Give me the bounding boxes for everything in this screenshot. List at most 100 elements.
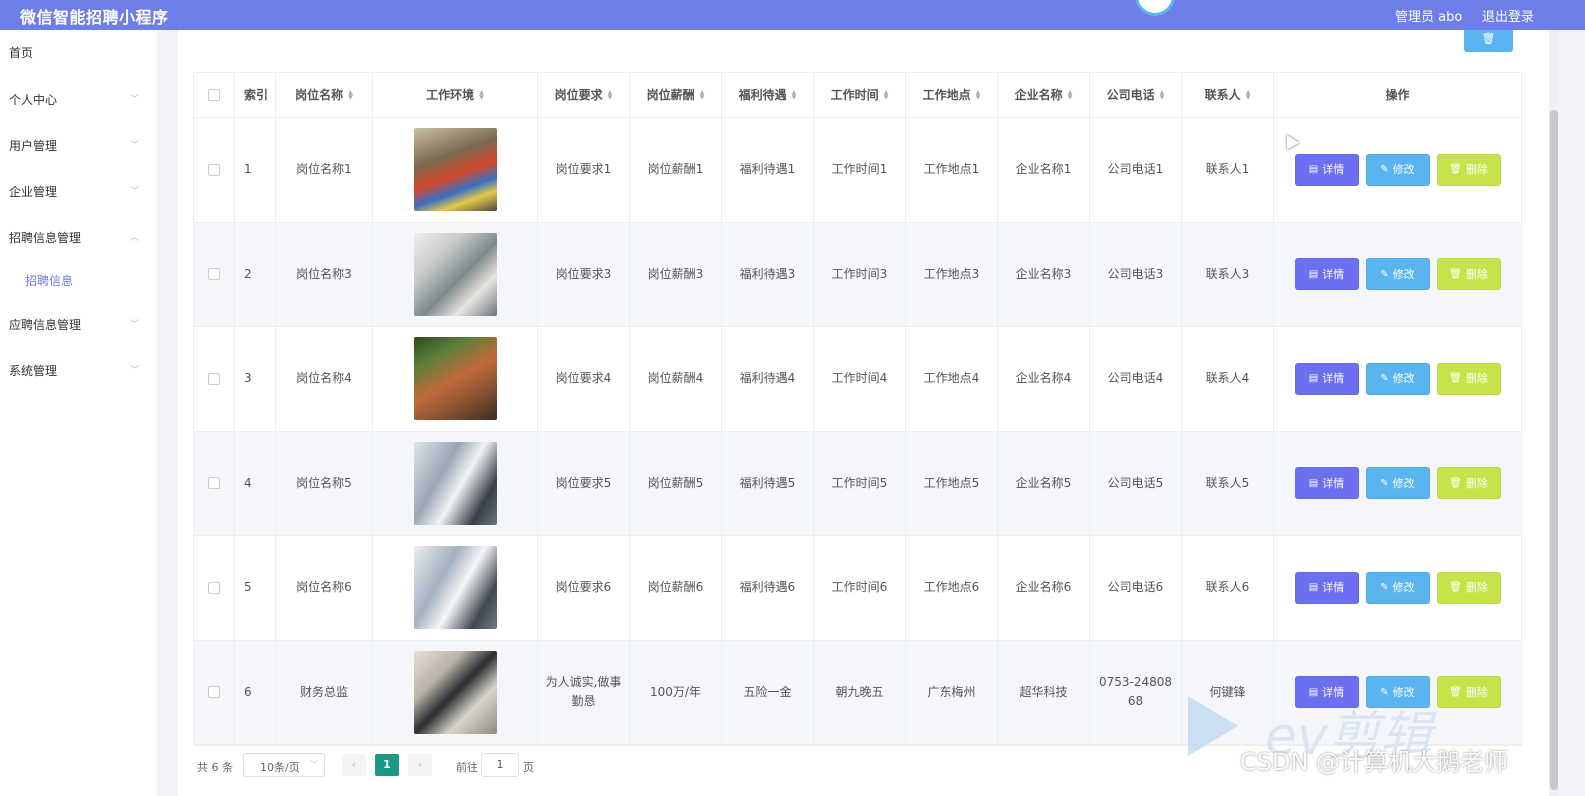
sidebar-item-user-management[interactable]: 用户管理 ﹀ [0, 125, 157, 165]
header-select-all[interactable] [194, 73, 235, 117]
document-icon: ▤ [1308, 477, 1319, 489]
sidebar-item-system-management[interactable]: 系统管理 ﹀ [0, 350, 157, 390]
cell-requirement: 岗位要求4 [538, 327, 630, 431]
pencil-icon: ✎ [1380, 268, 1389, 280]
header-company[interactable]: 企业名称 ▲ ▼ [998, 73, 1090, 117]
sort-icon[interactable]: ▲ ▼ [792, 90, 797, 101]
scrollbar-thumb[interactable] [1550, 110, 1558, 790]
detail-button[interactable]: ▤ 详情 [1294, 153, 1359, 186]
page-size-select[interactable]: 10条/页 ﹀ [243, 753, 325, 777]
logout-link[interactable]: 退出登录 [1482, 6, 1534, 25]
row-checkbox[interactable] [208, 163, 220, 176]
page-size-value: 10条/页 [260, 761, 300, 774]
header-requirement[interactable]: 岗位要求 ▲ ▼ [538, 73, 630, 117]
cell-environment [373, 640, 538, 744]
row-select[interactable] [194, 536, 235, 640]
edit-button[interactable]: ✎ 修改 [1365, 153, 1430, 186]
detail-button[interactable]: ▤ 详情 [1294, 467, 1359, 500]
sort-icon[interactable]: ▲ ▼ [1246, 90, 1251, 101]
delete-button[interactable]: 🗑 删除 [1436, 467, 1501, 500]
trash-icon: 🗑 [1449, 164, 1462, 176]
delete-button[interactable]: 🗑 删除 [1436, 362, 1501, 395]
sort-icon[interactable]: ▲ ▼ [1160, 90, 1165, 101]
sidebar-item-label: 用户管理 [9, 139, 58, 153]
cell-environment [373, 327, 538, 431]
sort-icon[interactable]: ▲ ▼ [700, 90, 705, 101]
goto-page-input[interactable]: 1 [481, 753, 519, 777]
cell-name: 财务总监 [276, 640, 373, 744]
cell-contact: 联系人4 [1182, 327, 1274, 431]
environment-image[interactable] [413, 441, 497, 525]
edit-button[interactable]: ✎ 修改 [1365, 362, 1430, 395]
sidebar-item-company-management[interactable]: 企业管理 ﹀ [0, 171, 157, 211]
edit-button[interactable]: ✎ 修改 [1365, 467, 1430, 500]
row-checkbox[interactable] [208, 268, 220, 281]
row-select[interactable] [194, 431, 235, 535]
row-select[interactable] [194, 118, 235, 222]
cell-company: 企业名称1 [998, 118, 1090, 222]
environment-image[interactable] [413, 546, 497, 630]
play-logo-icon [1188, 696, 1238, 756]
sort-icon[interactable]: ▲ ▼ [608, 90, 613, 101]
header-welfare[interactable]: 福利待遇 ▲ ▼ [722, 73, 814, 117]
cell-welfare: 福利待遇4 [722, 327, 814, 431]
batch-delete-button[interactable]: 🗑 [1464, 30, 1513, 52]
header-salary[interactable]: 岗位薪酬 ▲ ▼ [630, 73, 722, 117]
cell-company: 企业名称6 [998, 536, 1090, 640]
avatar[interactable] [1135, 0, 1175, 16]
row-checkbox[interactable] [208, 477, 220, 490]
cell-actions: ▤ 详情 ✎ 修改 🗑 删除 [1274, 118, 1521, 222]
cell-requirement: 岗位要求1 [538, 118, 630, 222]
next-page-button[interactable]: › [408, 754, 432, 776]
environment-image[interactable] [413, 232, 497, 316]
sidebar-subitem-recruitment-info[interactable]: 招聘信息 [0, 260, 157, 300]
row-select[interactable] [194, 640, 235, 744]
sidebar-item-personal-center[interactable]: 个人中心 ﹀ [0, 79, 157, 119]
sidebar-item-home[interactable]: 首页 [0, 32, 157, 72]
cell-work-place: 工作地点6 [906, 536, 998, 640]
header-work-place[interactable]: 工作地点 ▲ ▼ [906, 73, 998, 117]
delete-button[interactable]: 🗑 删除 [1436, 571, 1501, 604]
header-phone[interactable]: 公司电话 ▲ ▼ [1090, 73, 1182, 117]
detail-button[interactable]: ▤ 详情 [1294, 571, 1359, 604]
sidebar-item-application-management[interactable]: 应聘信息管理 ﹀ [0, 304, 157, 344]
edit-button[interactable]: ✎ 修改 [1365, 258, 1430, 291]
header-actions: 操作 [1385, 87, 1410, 102]
environment-image[interactable] [413, 650, 497, 734]
sidebar-item-label: 应聘信息管理 [9, 318, 82, 332]
sidebar-item-recruitment-management[interactable]: 招聘信息管理 ︿ [0, 217, 157, 257]
header-name[interactable]: 岗位名称 ▲ ▼ [276, 73, 373, 117]
detail-button[interactable]: ▤ 详情 [1294, 362, 1359, 395]
sort-icon[interactable]: ▲ ▼ [479, 90, 484, 101]
delete-button[interactable]: 🗑 删除 [1436, 153, 1501, 186]
cell-work-time: 工作时间5 [814, 431, 906, 535]
delete-button[interactable]: 🗑 删除 [1436, 676, 1501, 709]
environment-image[interactable] [413, 128, 497, 212]
sort-icon[interactable]: ▲ ▼ [348, 90, 353, 101]
cell-actions: ▤ 详情 ✎ 修改 🗑 删除 [1274, 223, 1521, 327]
prev-page-button[interactable]: ‹ [342, 754, 366, 776]
sidebar-item-label: 系统管理 [9, 364, 58, 378]
cell-company: 企业名称4 [998, 327, 1090, 431]
sort-icon[interactable]: ▲ ▼ [884, 90, 889, 101]
edit-button[interactable]: ✎ 修改 [1365, 571, 1430, 604]
detail-button[interactable]: ▤ 详情 [1294, 258, 1359, 291]
trash-icon: 🗑 [1449, 686, 1462, 698]
header-environment[interactable]: 工作环境 ▲ ▼ [373, 73, 538, 117]
cell-salary: 100万/年 [630, 640, 722, 744]
row-checkbox[interactable] [208, 581, 220, 594]
row-select[interactable] [194, 327, 235, 431]
chevron-down-icon: ﹀ [129, 187, 139, 197]
row-select[interactable] [194, 222, 235, 326]
row-checkbox[interactable] [208, 686, 220, 699]
sort-icon[interactable]: ▲ ▼ [976, 90, 981, 101]
delete-button[interactable]: 🗑 删除 [1436, 258, 1501, 291]
row-checkbox[interactable] [208, 372, 220, 385]
header-contact[interactable]: 联系人 ▲ ▼ [1182, 73, 1274, 117]
select-all-checkbox[interactable] [208, 89, 220, 101]
environment-image[interactable] [413, 337, 497, 421]
top-header: 微信智能招聘小程序 管理员 abo 退出登录 [0, 0, 1585, 30]
header-work-time[interactable]: 工作时间 ▲ ▼ [814, 73, 906, 117]
sort-icon[interactable]: ▲ ▼ [1068, 90, 1073, 101]
page-number-button[interactable]: 1 [375, 754, 399, 776]
